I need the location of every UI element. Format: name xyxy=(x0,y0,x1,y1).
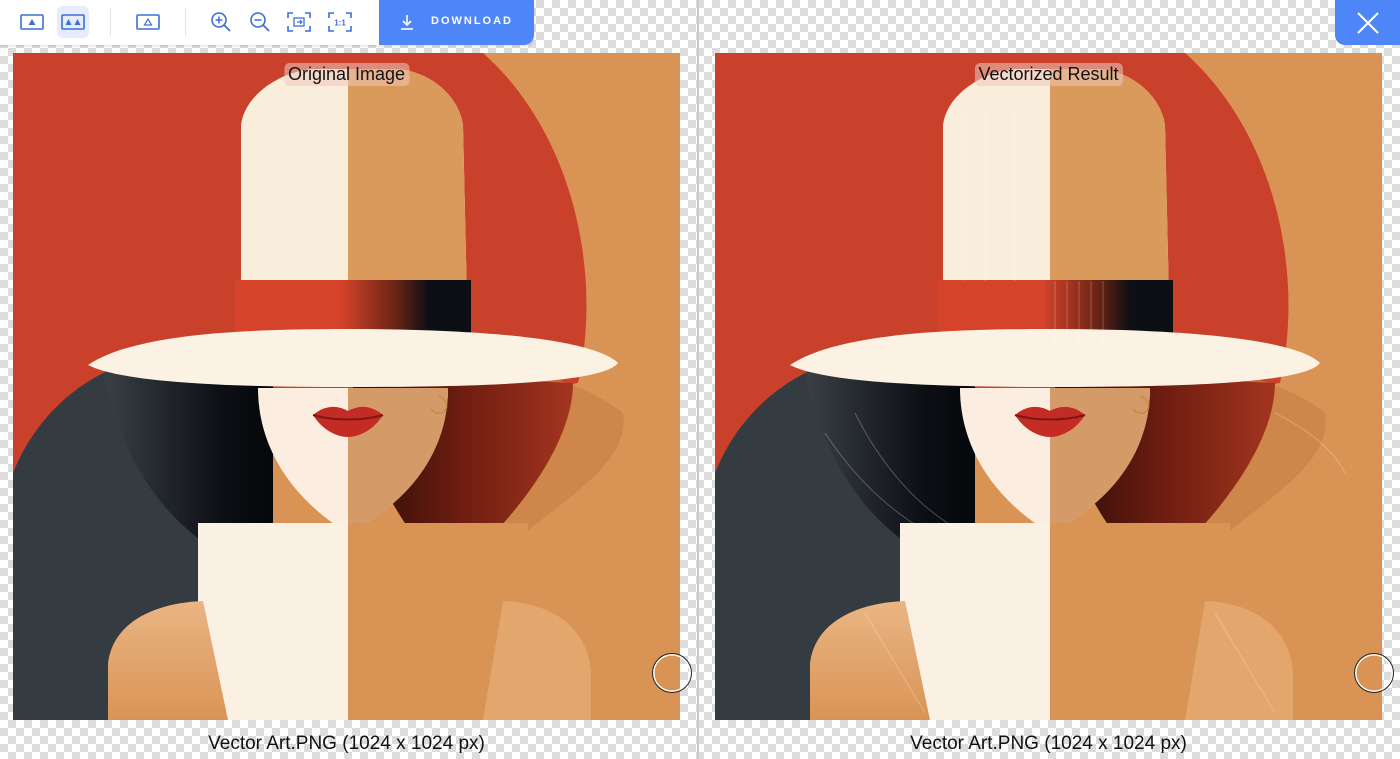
magnifier-handle-left[interactable] xyxy=(652,653,692,693)
toolbar: 1:1 DOWNLOAD xyxy=(0,0,534,45)
original-image-label: Original Image xyxy=(283,63,410,86)
fit-to-screen-icon xyxy=(287,12,311,32)
close-icon xyxy=(1356,11,1379,34)
magnifier-handle-right[interactable] xyxy=(1354,653,1394,693)
zoom-out-button[interactable] xyxy=(244,6,276,38)
fit-to-screen-button[interactable] xyxy=(283,6,315,38)
download-label: DOWNLOAD xyxy=(431,15,513,27)
side-by-side-view-icon xyxy=(61,14,85,30)
vectorized-result-image xyxy=(715,53,1382,720)
zoom-out-icon xyxy=(250,12,270,32)
vectorized-result-panel[interactable]: Vectorized Result xyxy=(715,53,1382,720)
zoom-in-icon xyxy=(211,12,231,32)
vectorized-result-label: Vectorized Result xyxy=(974,63,1123,86)
single-view-icon xyxy=(20,14,44,30)
actual-size-button[interactable]: 1:1 xyxy=(324,6,356,38)
panel-divider xyxy=(697,0,699,759)
actual-size-label: 1:1 xyxy=(334,19,346,28)
original-image-caption: Vector Art.PNG (1024 x 1024 px) xyxy=(208,733,485,754)
download-icon xyxy=(401,15,413,30)
single-view-button[interactable] xyxy=(16,6,48,38)
zoom-in-button[interactable] xyxy=(205,6,237,38)
outline-view-button[interactable] xyxy=(132,6,164,38)
outline-view-icon xyxy=(136,14,160,30)
toolbar-separator xyxy=(110,8,111,36)
original-image-panel[interactable]: Original Image xyxy=(13,53,680,720)
toolbar-separator xyxy=(185,8,186,36)
close-button[interactable] xyxy=(1335,0,1400,45)
download-button[interactable]: DOWNLOAD xyxy=(379,0,534,45)
vectorized-result-caption: Vector Art.PNG (1024 x 1024 px) xyxy=(910,733,1187,754)
original-image xyxy=(13,53,680,720)
side-by-side-view-button[interactable] xyxy=(57,6,89,38)
actual-size-icon: 1:1 xyxy=(328,12,352,32)
